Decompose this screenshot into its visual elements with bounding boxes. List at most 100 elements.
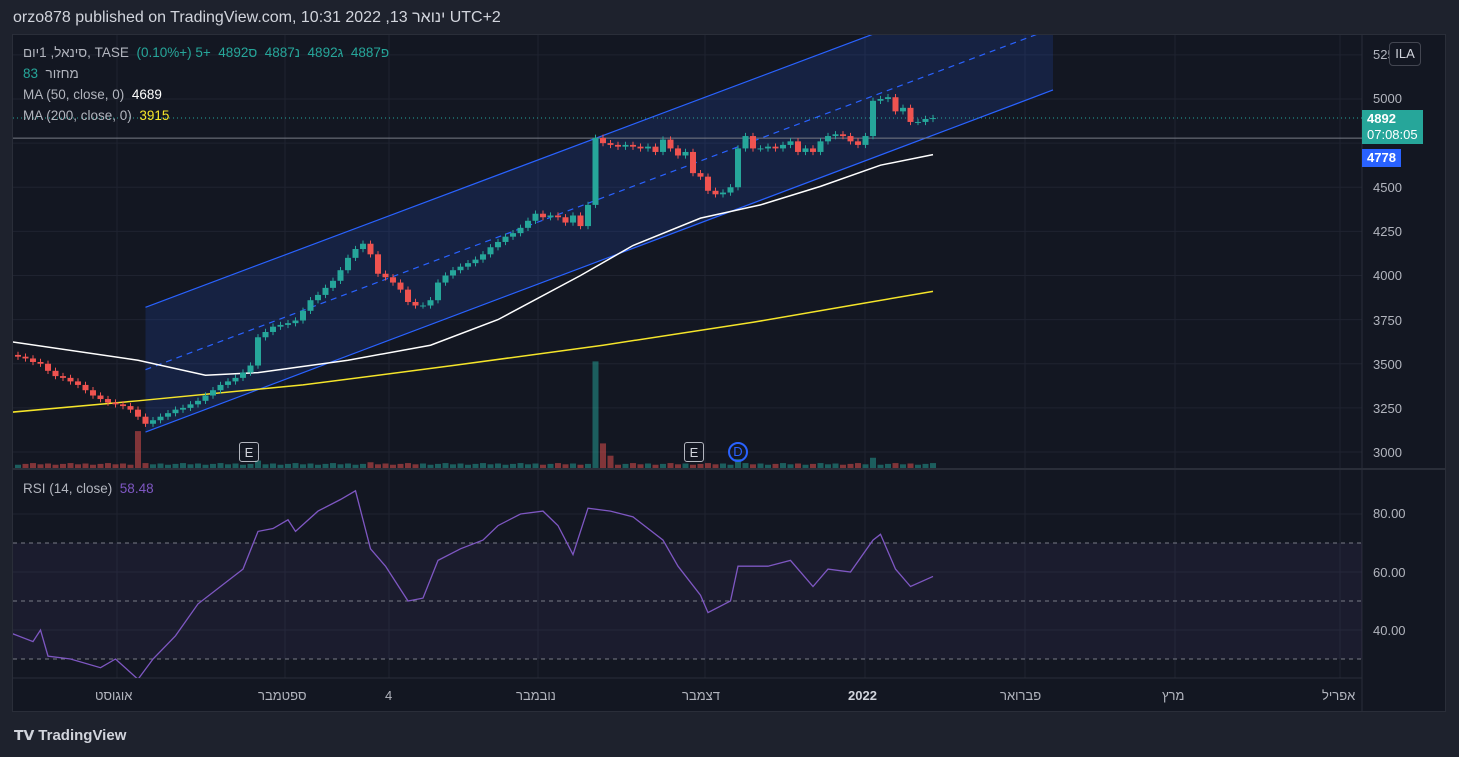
candle-body: [367, 243, 374, 255]
candle-body: [922, 118, 929, 122]
rsi-label: RSI (14, close): [23, 481, 113, 496]
dividend-marker[interactable]: D: [728, 442, 748, 462]
legend-ma50[interactable]: MA (50, close, 0) 4689: [23, 87, 162, 102]
volume-bar: [765, 464, 771, 468]
brand-name: TradingView: [38, 727, 127, 744]
price-label: 4500: [1373, 180, 1402, 195]
candle-body: [127, 406, 134, 410]
volume-bar: [165, 464, 171, 468]
tradingview-logo[interactable]: 𝗧𝗩 TradingView: [14, 727, 126, 744]
candle-body: [255, 337, 261, 366]
volume-bar: [495, 463, 501, 468]
candle-body: [232, 377, 239, 382]
earnings-marker[interactable]: E: [684, 442, 704, 462]
candle-body: [825, 136, 831, 142]
channel-fill[interactable]: [145, 0, 1054, 433]
candle-body: [435, 282, 441, 301]
price-label: 3250: [1373, 401, 1402, 416]
volume-bar: [555, 463, 561, 468]
candle-body: [150, 420, 156, 424]
candle-body: [900, 107, 906, 112]
candle-body: [510, 233, 516, 237]
candle-body: [322, 287, 329, 295]
candle-body: [517, 227, 524, 234]
volume-bar: [82, 463, 89, 468]
volume-bar: [367, 462, 374, 468]
volume-bar: [457, 463, 464, 468]
channel-drawing: [145, 0, 1054, 433]
candle-body: [757, 148, 764, 150]
volume-bar: [210, 463, 216, 468]
volume-bar: [930, 463, 936, 468]
time-label: פברואר: [1000, 688, 1042, 703]
candle-body: [690, 151, 696, 174]
volume-bar: [105, 463, 111, 468]
candle-body: [832, 134, 839, 137]
volume-label: מחזור: [45, 66, 79, 81]
volume-bar: [817, 463, 824, 468]
volume-bar: [390, 464, 396, 468]
candle-body: [772, 146, 779, 149]
volume-bar: [337, 464, 344, 468]
volume-bar: [150, 464, 156, 468]
legend-close: ס4892: [218, 45, 258, 60]
volume-bar: [600, 443, 606, 468]
volume-bar: [832, 463, 839, 468]
last-price-tag: 4892 07:08:05: [1362, 110, 1423, 144]
volume-bar: [915, 464, 921, 468]
candle-body: [495, 241, 501, 248]
candle-body: [780, 144, 786, 149]
candle-body: [765, 146, 771, 149]
legend-volume[interactable]: מחזור 83: [23, 66, 79, 81]
candle-body: [705, 176, 711, 191]
volume-bar: [517, 463, 524, 468]
volume-bar: [300, 464, 306, 468]
candle-body: [45, 363, 51, 371]
candle-body: [105, 399, 111, 403]
candle-body: [360, 243, 366, 250]
volume-bar: [847, 463, 854, 468]
volume-bar: [532, 463, 539, 468]
candle-body: [487, 247, 494, 255]
rsi-axis-label: 80.00: [1373, 506, 1406, 521]
volume-bar: [870, 457, 876, 468]
candle-body: [307, 300, 314, 311]
candle-body: [660, 139, 666, 152]
volume-bar: [547, 463, 554, 468]
candle-body: [555, 215, 561, 218]
volume-bar: [435, 463, 441, 468]
candle-body: [412, 301, 419, 306]
candle-body: [247, 365, 254, 373]
currency-button[interactable]: ILA: [1389, 42, 1421, 66]
chart-canvas[interactable]: [0, 0, 1459, 757]
candle-body: [802, 148, 809, 152]
candle-body: [300, 310, 306, 321]
volume-bar: [825, 464, 831, 468]
volume-bar: [727, 464, 734, 468]
candle-body: [165, 413, 171, 417]
legend-ma200[interactable]: MA (200, close, 0) 3915: [23, 108, 169, 123]
candle-body: [885, 97, 891, 99]
volume-bar: [285, 463, 291, 468]
candle-body: [592, 137, 599, 205]
time-label: מרץ: [1162, 688, 1185, 703]
time-label: 2022: [848, 688, 877, 703]
volume-bar: [172, 463, 179, 468]
candle-body: [907, 107, 914, 122]
candle-body: [675, 148, 681, 156]
legend-rsi[interactable]: RSI (14, close) 58.48: [23, 481, 154, 496]
volume-bar: [157, 463, 164, 468]
candle-body: [262, 331, 269, 338]
candle-body: [172, 409, 179, 414]
candle-body: [82, 384, 89, 391]
candle-body: [225, 381, 231, 385]
bar-countdown: 07:08:05: [1367, 127, 1418, 142]
volume-bar: [112, 464, 119, 468]
volume-bar: [225, 464, 231, 468]
price-label: 3750: [1373, 313, 1402, 328]
volume-bar: [142, 463, 149, 468]
candle-body: [577, 215, 584, 227]
candle-body: [787, 141, 794, 145]
earnings-marker[interactable]: E: [239, 442, 259, 462]
legend-symbol[interactable]: סינאל, 1יום, TASE: [23, 45, 129, 60]
